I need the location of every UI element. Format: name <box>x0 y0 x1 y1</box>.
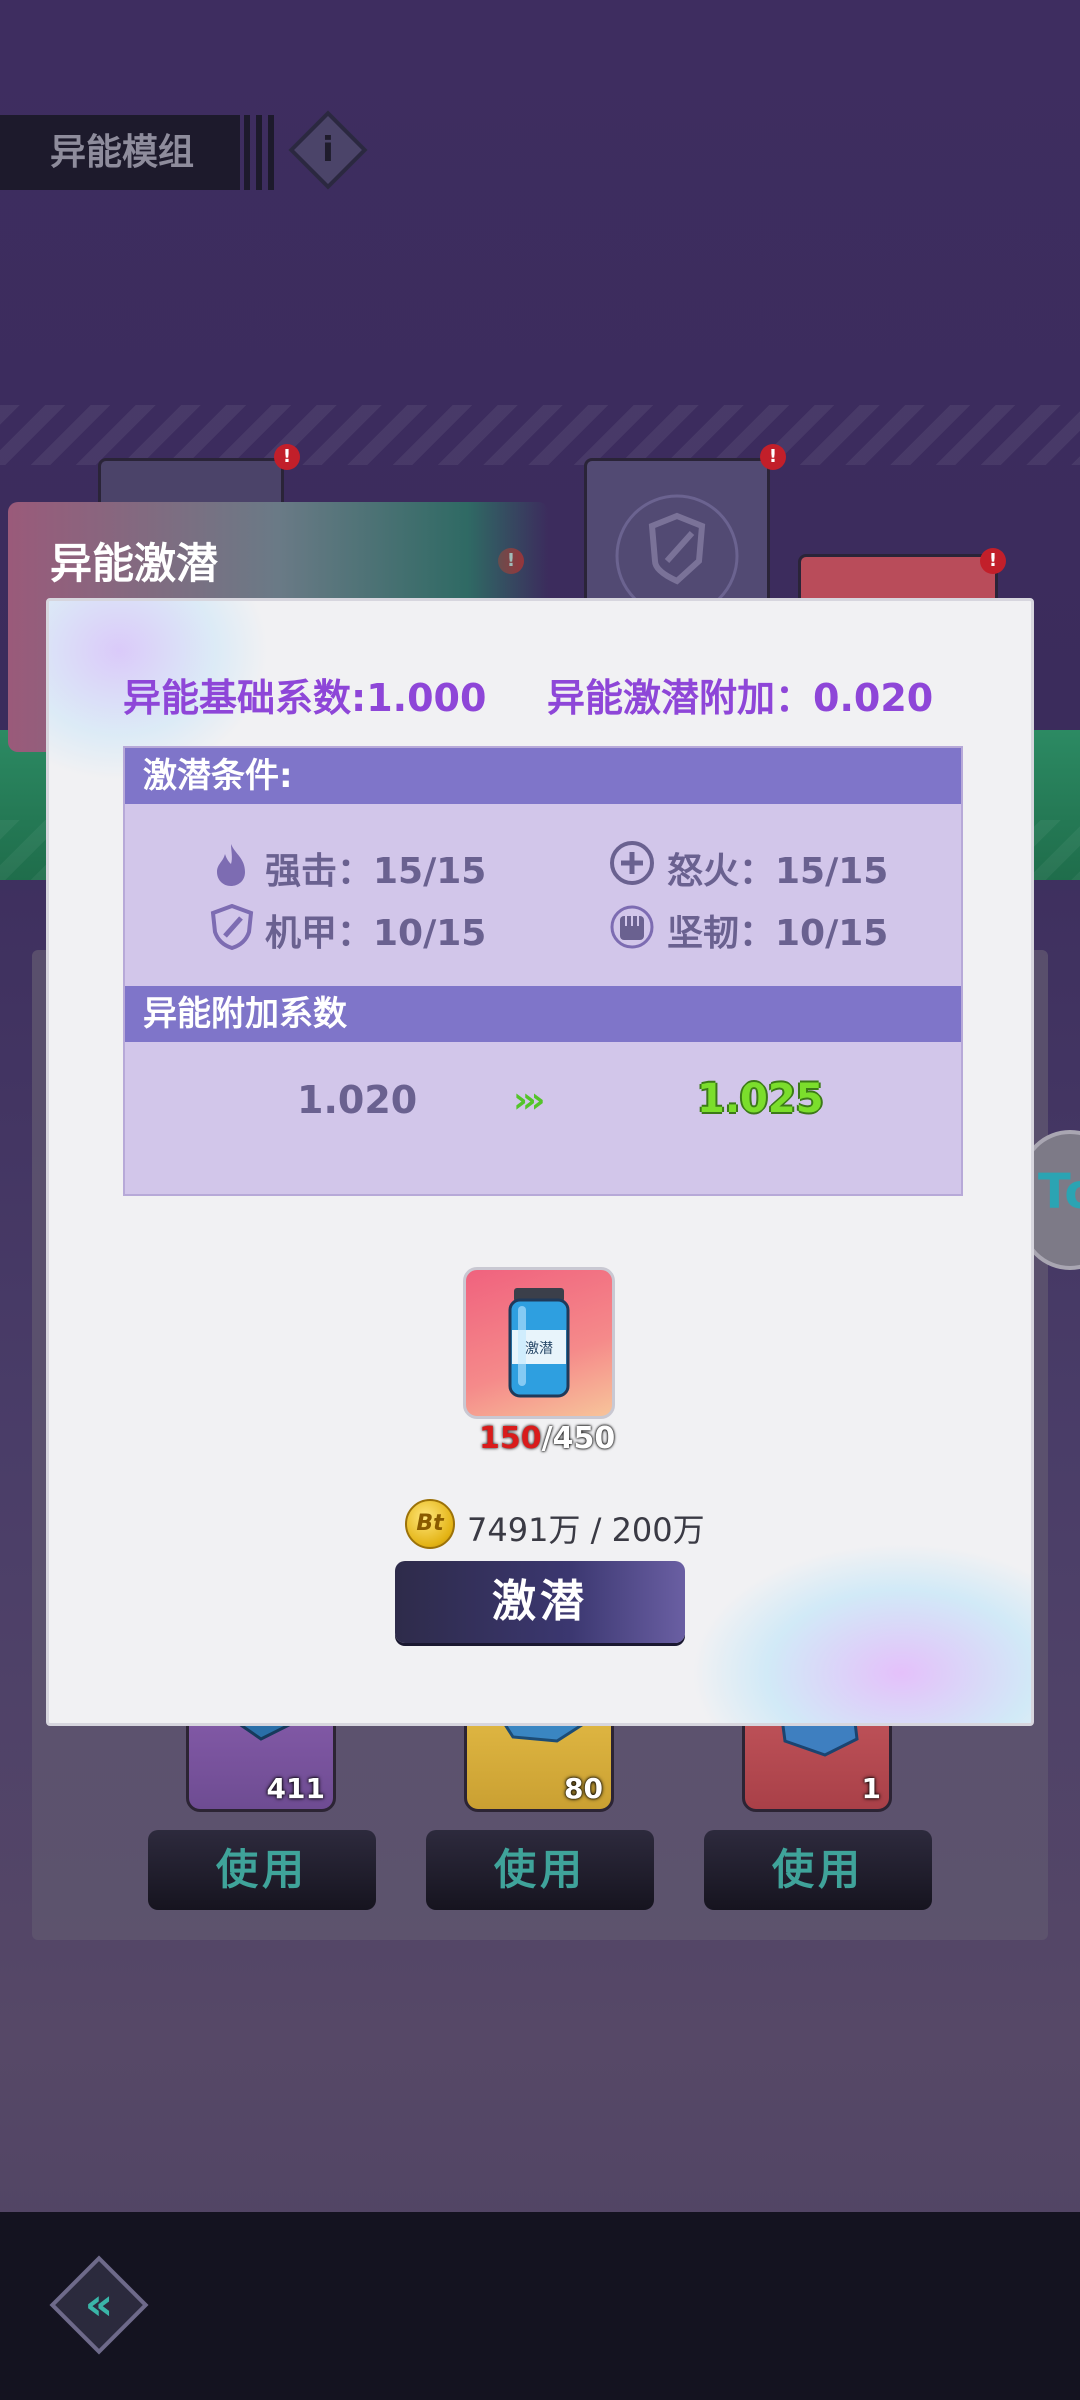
item-count-need: /450 <box>541 1421 616 1456</box>
coin-symbol: Bt <box>416 1511 444 1536</box>
coin-icon: Bt <box>405 1499 455 1549</box>
use-button[interactable]: 使用 <box>426 1830 654 1910</box>
double-chevron-left-icon: « <box>84 2279 114 2330</box>
stat-rage: 怒火：15/15 <box>667 851 889 892</box>
shield-icon <box>615 494 739 618</box>
bottom-bar <box>0 2212 1080 2400</box>
stat-strike: 强击：15/15 <box>265 851 487 892</box>
fist-icon <box>610 905 654 949</box>
stat-armor: 机甲：10/15 <box>265 913 487 954</box>
serum-bottle-icon: 激潜 <box>508 1288 570 1398</box>
stripe-decoration <box>0 405 1080 465</box>
conditions-header: 激潜条件: <box>125 748 961 804</box>
gem-count: 1 <box>861 1772 881 1805</box>
plus-circle-icon <box>610 841 654 885</box>
alert-icon: ! <box>760 444 786 470</box>
bonus-header: 异能附加系数 <box>125 986 961 1042</box>
title-tab-decoration <box>244 115 274 190</box>
alert-icon: ! <box>980 548 1006 574</box>
serum-item-slot[interactable]: 激潜 <box>463 1267 615 1419</box>
dialog-title: 异能激潜 <box>50 539 219 588</box>
item-count: 150/450 <box>479 1421 615 1456</box>
flame-icon <box>217 844 245 886</box>
shield-icon <box>210 904 254 950</box>
bonus-new-value: 1.025 <box>697 1076 824 1122</box>
gem-count: 411 <box>266 1772 325 1805</box>
use-button[interactable]: 使用 <box>148 1830 376 1910</box>
alert-icon: ! <box>274 444 300 470</box>
use-button[interactable]: 使用 <box>704 1830 932 1910</box>
triple-chevron-right-icon: ››› <box>513 1080 545 1121</box>
bonus-old-value: 1.020 <box>297 1078 418 1122</box>
currency-amount: 7491万 / 200万 <box>467 1511 705 1549</box>
bottle-label: 激潜 <box>525 1340 553 1357</box>
stat-toughness: 坚韧：10/15 <box>667 913 889 954</box>
base-coefficient: 异能基础系数:1.000 <box>123 676 487 720</box>
conditions-box: 激潜条件: 强击：15/15 怒火：15/15 机甲：10/15 坚韧：10/1… <box>123 746 963 1196</box>
gem-count: 80 <box>564 1772 603 1805</box>
awaken-bonus: 异能激潜附加：0.020 <box>547 676 934 720</box>
module-card[interactable] <box>584 458 770 618</box>
item-count-have: 150 <box>479 1421 542 1456</box>
side-button-label: To <box>1038 1164 1080 1220</box>
module-title: 异能模组 <box>0 115 240 190</box>
awaken-dialog: 异能基础系数:1.000 异能激潜附加：0.020 激潜条件: 强击：15/15… <box>46 598 1034 1726</box>
awaken-button[interactable]: 激潜 <box>395 1561 685 1643</box>
